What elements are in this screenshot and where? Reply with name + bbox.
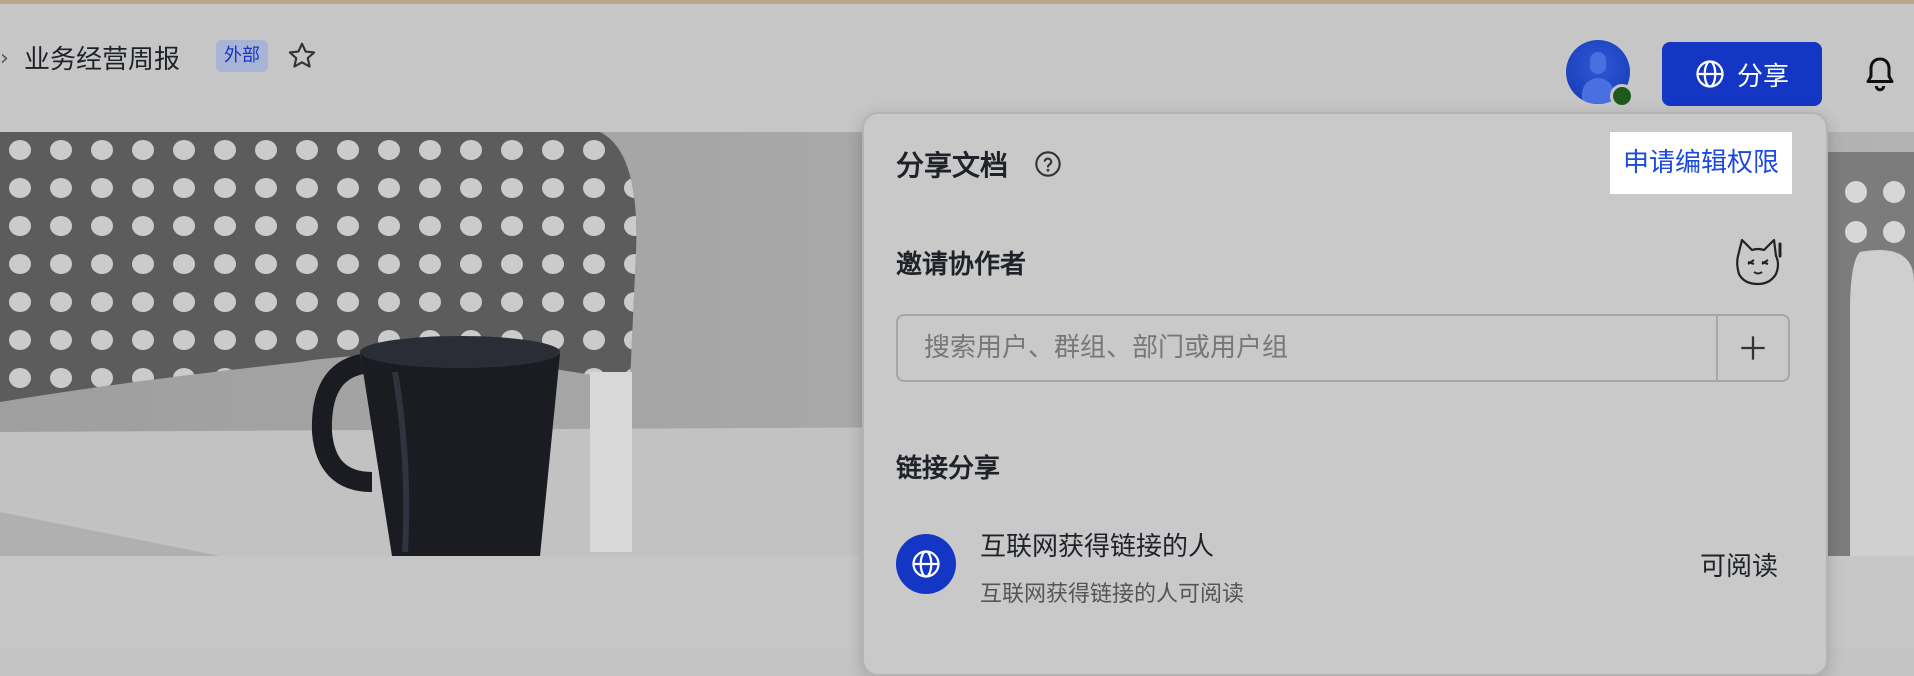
breadcrumb-chevron-icon[interactable]: › bbox=[0, 46, 9, 71]
star-icon[interactable] bbox=[286, 40, 318, 72]
request-edit-permission-link[interactable]: 申请编辑权限 bbox=[1610, 132, 1792, 194]
search-input[interactable] bbox=[898, 316, 1716, 380]
globe-icon bbox=[1696, 60, 1724, 88]
popover-title: 分享文档 bbox=[896, 149, 1009, 182]
presence-status-dot bbox=[1610, 84, 1634, 108]
share-button[interactable]: 分享 bbox=[1662, 42, 1822, 106]
link-permission-select[interactable]: 可阅读 bbox=[1700, 546, 1778, 583]
link-globe-badge bbox=[896, 534, 956, 594]
search-collaborators-field bbox=[896, 314, 1716, 382]
external-tag: 外部 bbox=[216, 40, 268, 72]
invite-collaborators-heading: 邀请协作者 bbox=[896, 250, 1027, 280]
link-share-title: 互联网获得链接的人 bbox=[980, 532, 1215, 562]
link-share-description: 互联网获得链接的人可阅读 bbox=[980, 582, 1245, 607]
bell-icon[interactable] bbox=[1862, 54, 1898, 94]
help-icon[interactable] bbox=[1034, 150, 1062, 178]
link-share-heading: 链接分享 bbox=[896, 454, 1001, 484]
cat-mascot-icon bbox=[1736, 238, 1782, 286]
page-title[interactable]: 业务经营周报 bbox=[24, 39, 180, 76]
globe-icon bbox=[912, 550, 940, 578]
add-collaborator-button[interactable] bbox=[1716, 314, 1790, 382]
share-button-label: 分享 bbox=[1736, 61, 1789, 92]
share-document-popover: 分享文档 申请编辑权限 邀请协作者 链接分享 互联网获得链接的人 互联网获得链接… bbox=[862, 112, 1828, 676]
plus-icon bbox=[1741, 336, 1765, 360]
